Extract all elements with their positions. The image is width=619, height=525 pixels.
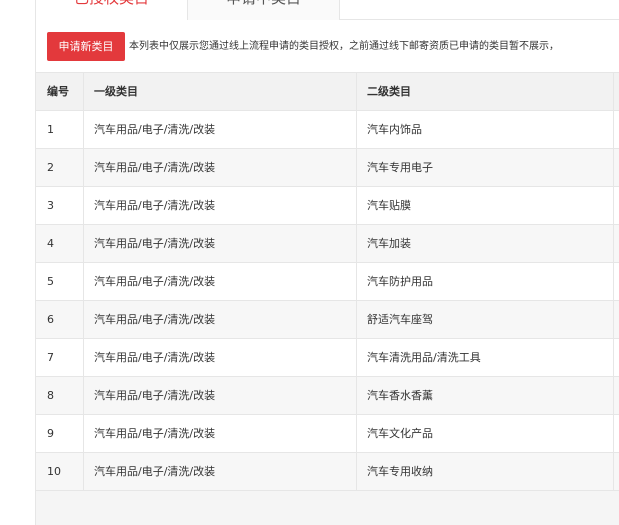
- column-divider: [613, 415, 614, 453]
- row-no: 8: [47, 389, 54, 402]
- column-divider: [83, 73, 84, 111]
- column-divider: [83, 111, 84, 149]
- row-level2: 汽车加装: [367, 237, 411, 250]
- toolbar: 申请新类目 本列表中仅展示您通过线上流程申请的类目授权，之前通过线下邮寄资质已申…: [36, 32, 619, 62]
- table-row: 7 汽车用品/电子/清洗/改装 汽车清洗用品/清洗工具: [36, 339, 619, 377]
- row-level1: 汽车用品/电子/清洗/改装: [94, 161, 216, 174]
- column-divider: [356, 415, 357, 453]
- row-no: 6: [47, 313, 54, 326]
- column-divider: [83, 187, 84, 225]
- row-level2: 汽车专用电子: [367, 161, 433, 174]
- table-row: 3 汽车用品/电子/清洗/改装 汽车贴膜: [36, 187, 619, 225]
- row-level2: 汽车清洗用品/清洗工具: [367, 351, 481, 364]
- column-divider: [613, 453, 614, 491]
- row-level1: 汽车用品/电子/清洗/改装: [94, 275, 216, 288]
- column-divider: [83, 377, 84, 415]
- row-level1: 汽车用品/电子/清洗/改装: [94, 199, 216, 212]
- row-no: 1: [47, 123, 54, 136]
- column-divider: [356, 111, 357, 149]
- column-divider: [613, 225, 614, 263]
- column-divider: [613, 187, 614, 225]
- category-tabs: 已授权类目 申请中类目: [36, 0, 619, 20]
- tab-authorized[interactable]: 已授权类目: [36, 0, 188, 20]
- column-divider: [83, 415, 84, 453]
- column-divider: [83, 453, 84, 491]
- row-no: 4: [47, 237, 54, 250]
- table-row: 6 汽车用品/电子/清洗/改装 舒适汽车座驾: [36, 301, 619, 339]
- tab-pending[interactable]: 申请中类目: [188, 0, 340, 20]
- header-level2: 二级类目: [367, 85, 411, 98]
- column-divider: [356, 187, 357, 225]
- row-no: 7: [47, 351, 54, 364]
- row-level2: 汽车防护用品: [367, 275, 433, 288]
- table-row: 4 汽车用品/电子/清洗/改装 汽车加装: [36, 225, 619, 263]
- row-level1: 汽车用品/电子/清洗/改装: [94, 313, 216, 326]
- table-row: 5 汽车用品/电子/清洗/改装 汽车防护用品: [36, 263, 619, 301]
- table-row: 2 汽车用品/电子/清洗/改装 汽车专用电子: [36, 149, 619, 187]
- row-level1: 汽车用品/电子/清洗/改装: [94, 465, 216, 478]
- column-divider: [613, 111, 614, 149]
- column-divider: [83, 339, 84, 377]
- column-divider: [356, 339, 357, 377]
- column-divider: [613, 339, 614, 377]
- header-level1: 一级类目: [94, 85, 138, 98]
- table-row: 10 汽车用品/电子/清洗/改装 汽车专用收纳: [36, 453, 619, 491]
- row-level2: 汽车贴膜: [367, 199, 411, 212]
- column-divider: [83, 149, 84, 187]
- category-panel: 已授权类目 申请中类目 申请新类目 本列表中仅展示您通过线上流程申请的类目授权，…: [35, 0, 619, 525]
- table-row: 8 汽车用品/电子/清洗/改装 汽车香水香薰: [36, 377, 619, 415]
- left-gutter: [0, 0, 35, 525]
- row-no: 9: [47, 427, 54, 440]
- row-level2: 汽车内饰品: [367, 123, 422, 136]
- column-divider: [356, 453, 357, 491]
- column-divider: [356, 263, 357, 301]
- row-no: 10: [47, 465, 61, 478]
- row-level2: 舒适汽车座驾: [367, 313, 433, 326]
- header-no: 编号: [47, 85, 69, 98]
- notice-text: 本列表中仅展示您通过线上流程申请的类目授权，之前通过线下邮寄资质已申请的类目暂不…: [129, 41, 559, 52]
- column-divider: [613, 377, 614, 415]
- table-row: 1 汽车用品/电子/清洗/改装 汽车内饰品: [36, 111, 619, 149]
- row-no: 2: [47, 161, 54, 174]
- category-table: 编号 一级类目 二级类目 1 汽车用品/电子/清洗/改装 汽车内饰品 2 汽车用品/电子…: [36, 72, 619, 491]
- row-no: 3: [47, 199, 54, 212]
- row-level2: 汽车香水香薰: [367, 389, 433, 402]
- row-level2: 汽车文化产品: [367, 427, 433, 440]
- row-level1: 汽车用品/电子/清洗/改装: [94, 389, 216, 402]
- column-divider: [613, 263, 614, 301]
- column-divider: [83, 301, 84, 339]
- column-divider: [356, 377, 357, 415]
- apply-new-category-button[interactable]: 申请新类目: [47, 32, 125, 61]
- table-footer: [36, 490, 619, 525]
- table-header: 编号 一级类目 二级类目: [36, 73, 619, 111]
- row-no: 5: [47, 275, 54, 288]
- column-divider: [613, 301, 614, 339]
- row-level1: 汽车用品/电子/清洗/改装: [94, 123, 216, 136]
- row-level1: 汽车用品/电子/清洗/改装: [94, 427, 216, 440]
- column-divider: [356, 73, 357, 111]
- column-divider: [613, 73, 614, 111]
- column-divider: [356, 149, 357, 187]
- row-level1: 汽车用品/电子/清洗/改装: [94, 237, 216, 250]
- column-divider: [356, 301, 357, 339]
- table-row: 9 汽车用品/电子/清洗/改装 汽车文化产品: [36, 415, 619, 453]
- column-divider: [83, 263, 84, 301]
- column-divider: [356, 225, 357, 263]
- row-level1: 汽车用品/电子/清洗/改装: [94, 351, 216, 364]
- row-level2: 汽车专用收纳: [367, 465, 433, 478]
- column-divider: [613, 149, 614, 187]
- column-divider: [83, 225, 84, 263]
